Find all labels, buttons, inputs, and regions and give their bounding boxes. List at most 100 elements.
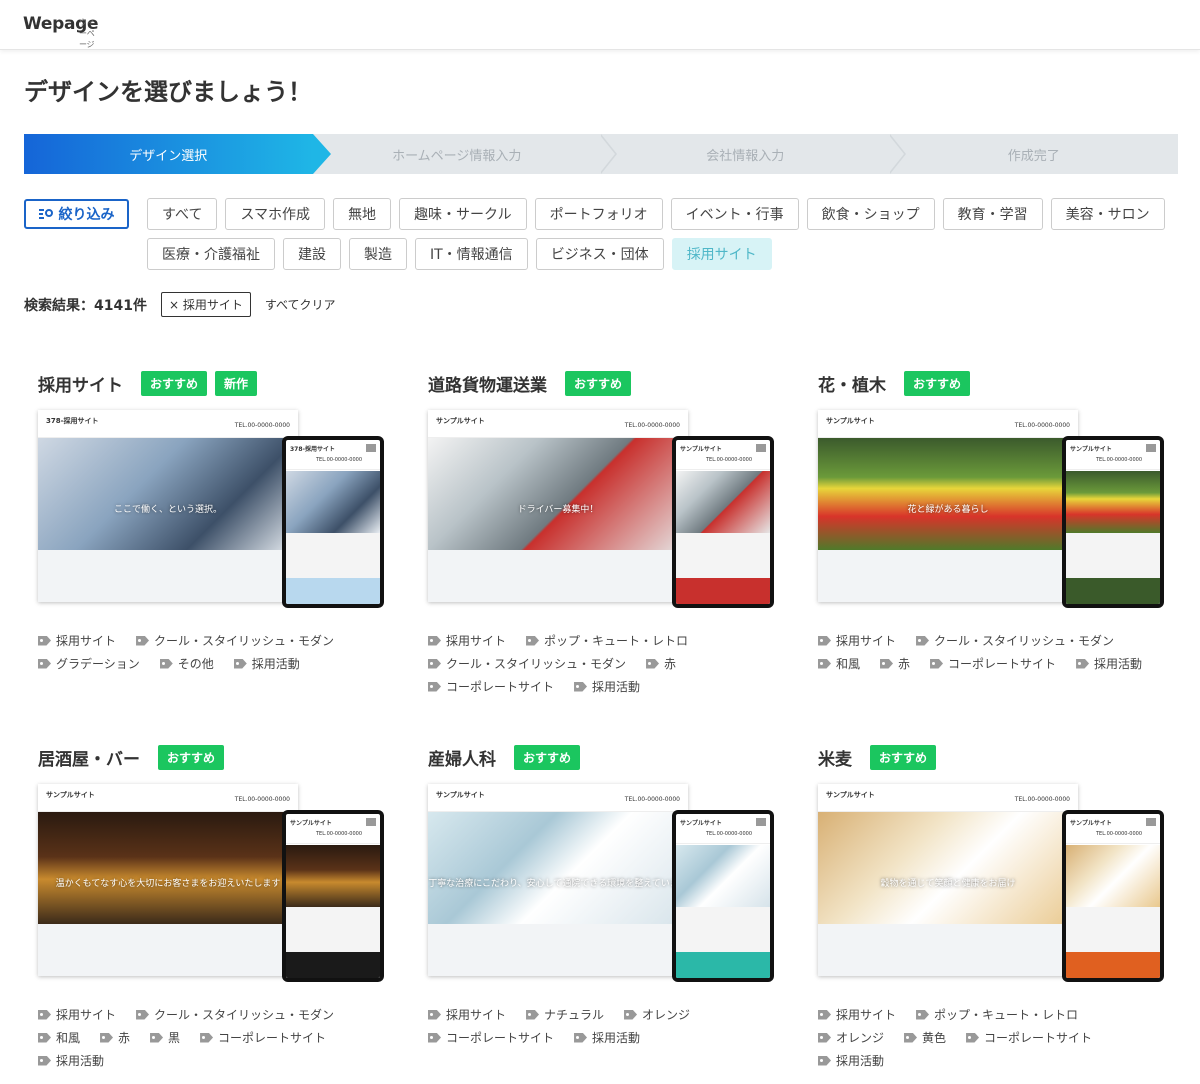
card-header: 花・植木 おすすめ [818,368,1168,398]
tag-item[interactable]: ポップ・キュート・レトロ [916,1006,1078,1023]
tag-item[interactable]: 採用活動 [233,655,300,672]
tag-item[interactable]: 採用活動 [574,1029,640,1046]
mobile-tel: TEL.00-0000-0000 [706,831,753,837]
tag-label: 和風 [836,657,861,671]
design-card[interactable]: 米麦 おすすめ サンプルサイト TEL.00-0000-0000 穀物を通じて笑… [818,742,1168,1069]
desktop-preview: サンプルサイト TEL.00-0000-0000 花と緑がある暮らし [818,410,1078,602]
clear-all-link[interactable]: すべてクリア [265,296,336,313]
tag-item[interactable]: 和風 [38,1029,80,1046]
tag-item[interactable]: 採用サイト [818,632,896,649]
tag-icon [38,1055,51,1066]
tag-label: その他 [177,657,214,671]
design-preview[interactable]: サンプルサイト TEL.00-0000-0000 花と緑がある暮らし サンプルサ… [818,410,1164,610]
tag-item[interactable]: クール・スタイリッシュ・モダン [136,1006,334,1023]
design-preview[interactable]: サンプルサイト TEL.00-0000-0000 ドライバー募集中！ サンプルサ… [428,410,774,610]
tag-icon [38,635,51,646]
category-chip[interactable]: 建設 [283,238,341,270]
mobile-tel: TEL.00-0000-0000 [1096,457,1143,463]
tag-item[interactable]: 採用サイト [818,1006,896,1023]
tag-item[interactable]: オレンジ [818,1029,884,1046]
tag-label: 採用活動 [1094,657,1143,671]
category-chip[interactable]: 飲食・ショップ [806,198,935,230]
category-chip[interactable]: 医療・介護福祉 [147,238,275,270]
desktop-hero-image: 花と緑がある暮らし [818,438,1078,550]
progress-steps: デザイン選択 ホームページ情報入力 会社情報入力 作成完了 [24,134,1178,174]
tag-icon [966,1032,980,1043]
tag-item[interactable]: ポップ・キュート・レトロ [526,632,688,649]
category-chip[interactable]: 無地 [333,198,392,230]
design-card[interactable]: 採用サイト おすすめ 新作 378-採用サイト TEL.00-0000-0000 … [38,368,388,672]
design-preview[interactable]: サンプルサイト TEL.00-0000-0000 温かくもてなす心を大切にお客さ… [38,784,384,984]
tag-item[interactable]: クール・スタイリッシュ・モダン [916,632,1114,649]
tag-item[interactable]: コーポレートサイト [930,655,1056,672]
category-chip[interactable]: 教育・学習 [942,198,1043,230]
tag-icon [574,1032,588,1043]
category-chip[interactable]: 製造 [349,238,407,270]
tag-item[interactable]: 採用活動 [38,1052,104,1069]
badge: おすすめ [158,744,225,770]
badge: おすすめ [141,370,208,396]
category-chip[interactable]: イベント・行事 [670,198,799,230]
desktop-preview: サンプルサイト TEL.00-0000-0000 丁寧な治療にこだわり、安心して… [428,784,688,976]
tag-item[interactable]: クール・スタイリッシュ・モダン [428,655,626,672]
category-chip[interactable]: IT・情報通信 [415,238,528,270]
tag-item[interactable]: 和風 [818,655,860,672]
category-chip[interactable]: すべて [147,198,218,230]
tag-item[interactable]: 黄色 [904,1029,946,1046]
tag-icon [818,1055,831,1066]
tag-label: クール・スタイリッシュ・モダン [934,634,1115,648]
category-chip[interactable]: ポートフォリオ [534,198,663,230]
mobile-tel: TEL.00-0000-0000 [1096,831,1143,837]
mobile-band [676,578,770,604]
tag-item[interactable]: コーポレートサイト [428,678,554,695]
desktop-hero-image: ここで働く、という選択。 [38,438,298,550]
design-preview[interactable]: サンプルサイト TEL.00-0000-0000 丁寧な治療にこだわり、安心して… [428,784,774,984]
step-complete: 作成完了 [1007,148,1060,164]
tag-label: 採用サイト [56,634,117,648]
tag-item[interactable]: 採用活動 [574,678,640,695]
tag-item[interactable]: 黒 [150,1029,180,1046]
desktop-hero-caption: 穀物を通じて笑顔と健康をお届け [880,879,1016,889]
header: Wepage ウィーページ [0,0,1200,50]
tag-item[interactable]: コーポレートサイト [966,1029,1092,1046]
card-header: 産婦人科 おすすめ [428,742,778,772]
mobile-hero-image [676,471,770,533]
mobile-preview: サンプルサイト TEL.00-0000-0000 [1062,810,1164,982]
tag-item[interactable]: 採用サイト [428,632,506,649]
tag-icon [526,635,540,646]
logo[interactable]: Wepage ウィーページ [23,14,99,49]
category-chip[interactable]: 趣味・サークル [399,198,527,230]
active-filter-chip[interactable]: × 採用サイト [160,292,251,317]
category-chip[interactable]: スマホ作成 [225,198,326,230]
tag-item[interactable]: クール・スタイリッシュ・モダン [136,632,334,649]
tag-item[interactable]: 採用サイト [428,1006,506,1023]
design-card[interactable]: 花・植木 おすすめ サンプルサイト TEL.00-0000-0000 花と緑があ… [818,368,1168,672]
design-preview[interactable]: サンプルサイト TEL.00-0000-0000 穀物を通じて笑顔と健康をお届け… [818,784,1164,984]
tag-icon [904,1032,918,1043]
tag-item[interactable]: コーポレートサイト [200,1029,326,1046]
design-preview[interactable]: 378-採用サイト TEL.00-0000-0000 ここで働く、という選択。 … [38,410,384,610]
card-title: 採用サイト [38,375,123,396]
tag-item[interactable]: コーポレートサイト [428,1029,554,1046]
design-card[interactable]: 道路貨物運送業 おすすめ サンプルサイト TEL.00-0000-0000 ドラ… [428,368,778,695]
category-chip[interactable]: ビジネス・団体 [535,238,664,270]
tag-item[interactable]: 採用活動 [1076,655,1142,672]
tag-item[interactable]: グラデーション [38,655,140,672]
tag-item[interactable]: 赤 [100,1029,130,1046]
tag-item[interactable]: 採用サイト [38,632,116,649]
tag-item[interactable]: オレンジ [624,1006,690,1023]
tag-item[interactable]: その他 [159,655,214,672]
tag-item[interactable]: 採用活動 [818,1052,884,1069]
design-card[interactable]: 居酒屋・バー おすすめ サンプルサイト TEL.00-0000-0000 温かく… [38,742,388,1069]
filter-button[interactable]: 絞り込み [24,199,129,229]
tag-item[interactable]: 赤 [646,655,676,672]
category-chip[interactable]: 採用サイト [671,238,772,270]
tag-item[interactable]: 赤 [880,655,910,672]
design-card[interactable]: 産婦人科 おすすめ サンプルサイト TEL.00-0000-0000 丁寧な治療… [428,742,778,1046]
desktop-preview: サンプルサイト TEL.00-0000-0000 穀物を通じて笑顔と健康をお届け [818,784,1078,976]
card-title: 米麦 [818,749,852,770]
tag-item[interactable]: ナチュラル [526,1006,604,1023]
hamburger-menu-icon [366,818,376,826]
category-chip[interactable]: 美容・サロン [1050,198,1165,230]
tag-item[interactable]: 採用サイト [38,1006,116,1023]
